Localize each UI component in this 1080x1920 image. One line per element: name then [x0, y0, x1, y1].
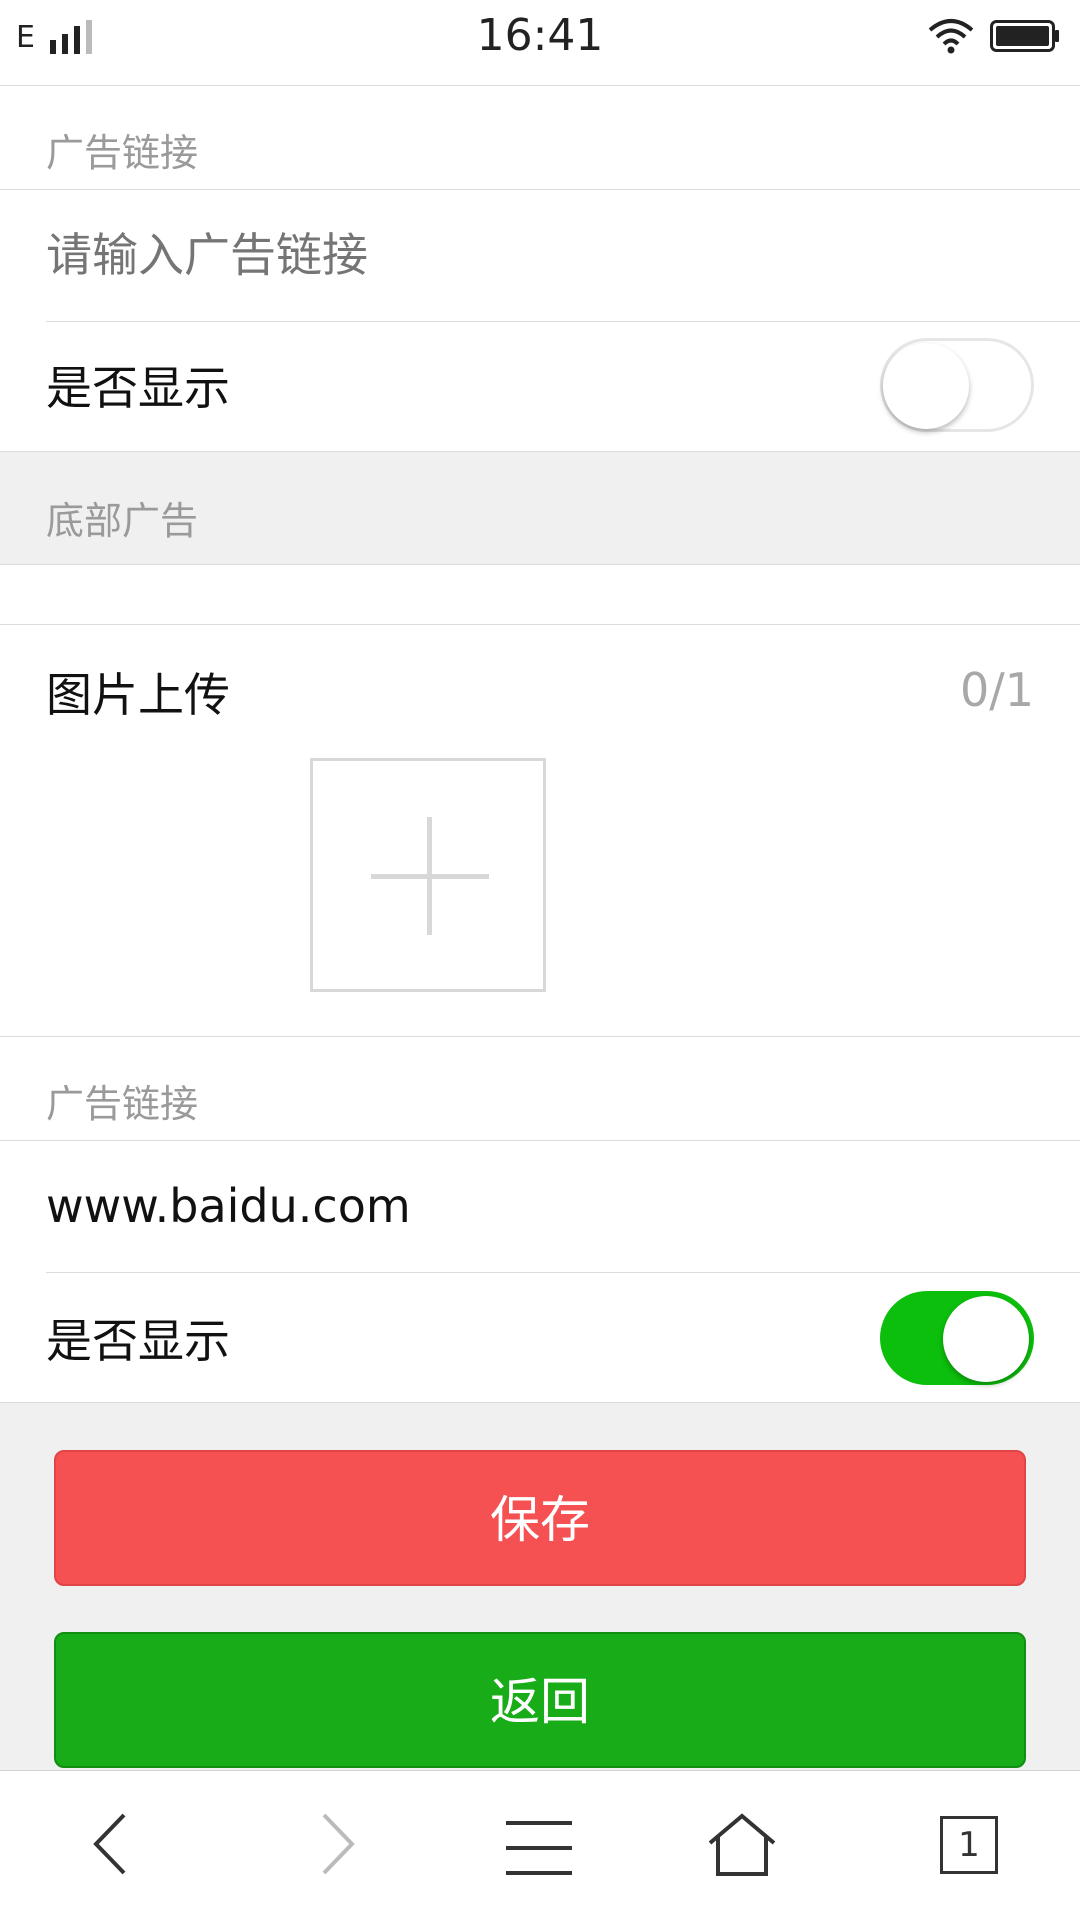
divider [0, 1140, 1080, 1141]
save-button[interactable]: 保存 [54, 1450, 1026, 1586]
divider [0, 1402, 1080, 1403]
divider [46, 321, 1080, 322]
plus-icon [427, 817, 432, 935]
toggle-knob [943, 1296, 1029, 1382]
spacer-row [0, 565, 1080, 624]
display-toggle-off[interactable] [880, 338, 1034, 432]
ad-link-input[interactable] [46, 1161, 1026, 1251]
ad-link-input[interactable] [46, 210, 1026, 300]
divider [46, 1272, 1080, 1273]
ad-link-label: 广告链接 [46, 1082, 199, 1126]
battery-icon [990, 20, 1059, 52]
bottom-ad-link-section: 广告链接 是否显示 [0, 1037, 1080, 1402]
home-icon[interactable] [706, 1813, 778, 1877]
status-bar: E 16:41 [0, 0, 1080, 86]
tabs-icon[interactable]: 1 [940, 1816, 998, 1874]
image-upload-label: 图片上传 [46, 668, 230, 722]
bottom-ad-section-header: 底部广告 [0, 452, 1080, 564]
section-title: 底部广告 [46, 499, 199, 543]
add-image-button[interactable] [310, 758, 546, 992]
clock: 16:41 [476, 10, 604, 61]
menu-icon[interactable] [506, 1819, 572, 1877]
display-toggle-label: 是否显示 [46, 361, 230, 415]
browser-nav-bar: 1 [0, 1770, 1080, 1920]
divider [0, 189, 1080, 190]
display-toggle-on[interactable] [880, 1291, 1034, 1385]
ad-link-label: 广告链接 [46, 131, 199, 175]
ad-link-section: 广告链接 是否显示 [0, 86, 1080, 452]
display-toggle-label: 是否显示 [46, 1314, 230, 1368]
back-button[interactable]: 返回 [54, 1632, 1026, 1768]
wifi-icon [928, 19, 974, 54]
upload-counter: 0/1 [959, 663, 1034, 717]
toggle-knob [883, 343, 969, 429]
back-arrow-icon[interactable] [90, 1811, 130, 1877]
forward-arrow-icon[interactable] [318, 1811, 358, 1877]
